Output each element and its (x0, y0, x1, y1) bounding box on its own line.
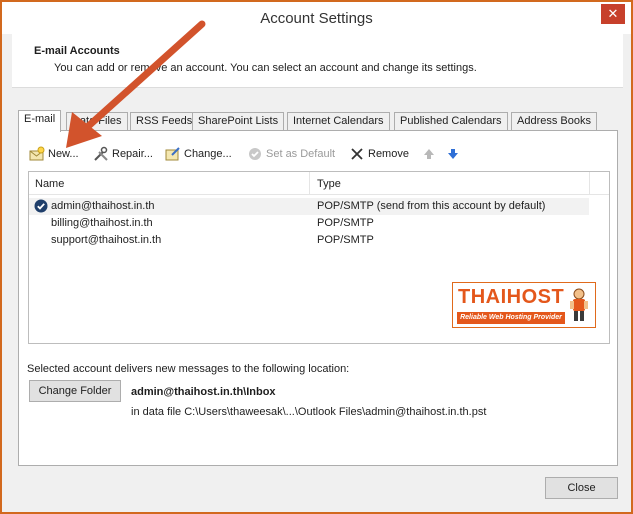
account-row[interactable]: billing@thaihost.in.th POP/SMTP (29, 215, 589, 232)
data-file-path: in data file C:\Users\thaweesak\...\Outl… (131, 406, 487, 418)
remove-label: Remove (368, 148, 409, 160)
set-default-label: Set as Default (266, 148, 336, 160)
change-folder-button[interactable]: Change Folder (29, 380, 121, 402)
tab-data-files[interactable]: Data Files (66, 112, 128, 131)
tab-rss-feeds[interactable]: RSS Feeds (130, 112, 199, 131)
close-button[interactable]: Close (545, 477, 618, 499)
account-name: admin@thaihost.in.th (51, 200, 155, 212)
title-bar: Account Settings ✕ (2, 2, 631, 34)
default-account-icon (34, 199, 48, 213)
account-name: support@thaihost.in.th (51, 234, 162, 246)
tab-sharepoint-lists[interactable]: SharePoint Lists (192, 112, 285, 131)
inbox-path: admin@thaihost.in.th\Inbox (131, 386, 276, 398)
move-up-button[interactable] (421, 145, 440, 163)
account-type: POP/SMTP (317, 217, 374, 229)
list-header: Name Type (29, 172, 609, 195)
move-down-button[interactable] (445, 145, 464, 163)
new-account-label: New... (48, 148, 79, 160)
account-list[interactable]: Name Type admin@thaihost.in.th POP/SMTP … (28, 171, 610, 344)
thaihost-logo: THAIHOST Reliable Web Hosting Provider (452, 282, 596, 328)
mascot-icon (570, 288, 588, 321)
change-settings-icon (165, 147, 180, 161)
logo-text: THAIHOST (458, 286, 565, 308)
column-divider (309, 172, 310, 195)
repair-button[interactable]: Repair... (93, 145, 153, 163)
account-row[interactable]: support@thaihost.in.th POP/SMTP (29, 232, 589, 249)
column-header-name[interactable]: Name (35, 178, 64, 190)
column-header-type[interactable]: Type (317, 178, 341, 190)
tools-icon (94, 146, 108, 161)
remove-button[interactable]: Remove (349, 145, 409, 163)
remove-x-icon (351, 148, 363, 160)
repair-label: Repair... (112, 148, 153, 160)
window-close-button[interactable]: ✕ (601, 4, 625, 24)
change-label: Change... (184, 148, 232, 160)
account-type: POP/SMTP (317, 234, 374, 246)
set-default-button[interactable]: Set as Default (247, 145, 335, 163)
account-name: billing@thaihost.in.th (51, 217, 153, 229)
email-tab-panel: New... Repair... Change... Set as Defaul… (18, 130, 618, 466)
change-button[interactable]: Change... (165, 145, 232, 163)
header-panel: E-mail Accounts You can add or remove an… (12, 34, 623, 88)
tab-email[interactable]: E-mail (18, 110, 62, 132)
account-type: POP/SMTP (send from this account by defa… (317, 200, 546, 212)
delivery-location-label: Selected account delivers new messages t… (27, 363, 350, 375)
section-description: You can add or remove an account. You ca… (54, 62, 477, 74)
arrow-up-icon (424, 149, 434, 159)
tab-internet-calendars[interactable]: Internet Calendars (287, 112, 390, 131)
new-mail-icon (29, 146, 45, 161)
logo-tagline: Reliable Web Hosting Provider (457, 312, 565, 324)
tab-address-books[interactable]: Address Books (511, 112, 597, 131)
checkmark-circle-icon (249, 148, 261, 160)
arrow-down-icon (448, 149, 458, 159)
window-title: Account Settings (260, 10, 373, 27)
column-divider (589, 172, 590, 195)
account-settings-window: Account Settings ✕ E-mail Accounts You c… (0, 0, 633, 514)
account-row[interactable]: admin@thaihost.in.th POP/SMTP (send from… (29, 198, 589, 215)
tab-published-calendars[interactable]: Published Calendars (394, 112, 508, 131)
section-title: E-mail Accounts (34, 45, 120, 57)
new-account-button[interactable]: New... (29, 145, 79, 163)
